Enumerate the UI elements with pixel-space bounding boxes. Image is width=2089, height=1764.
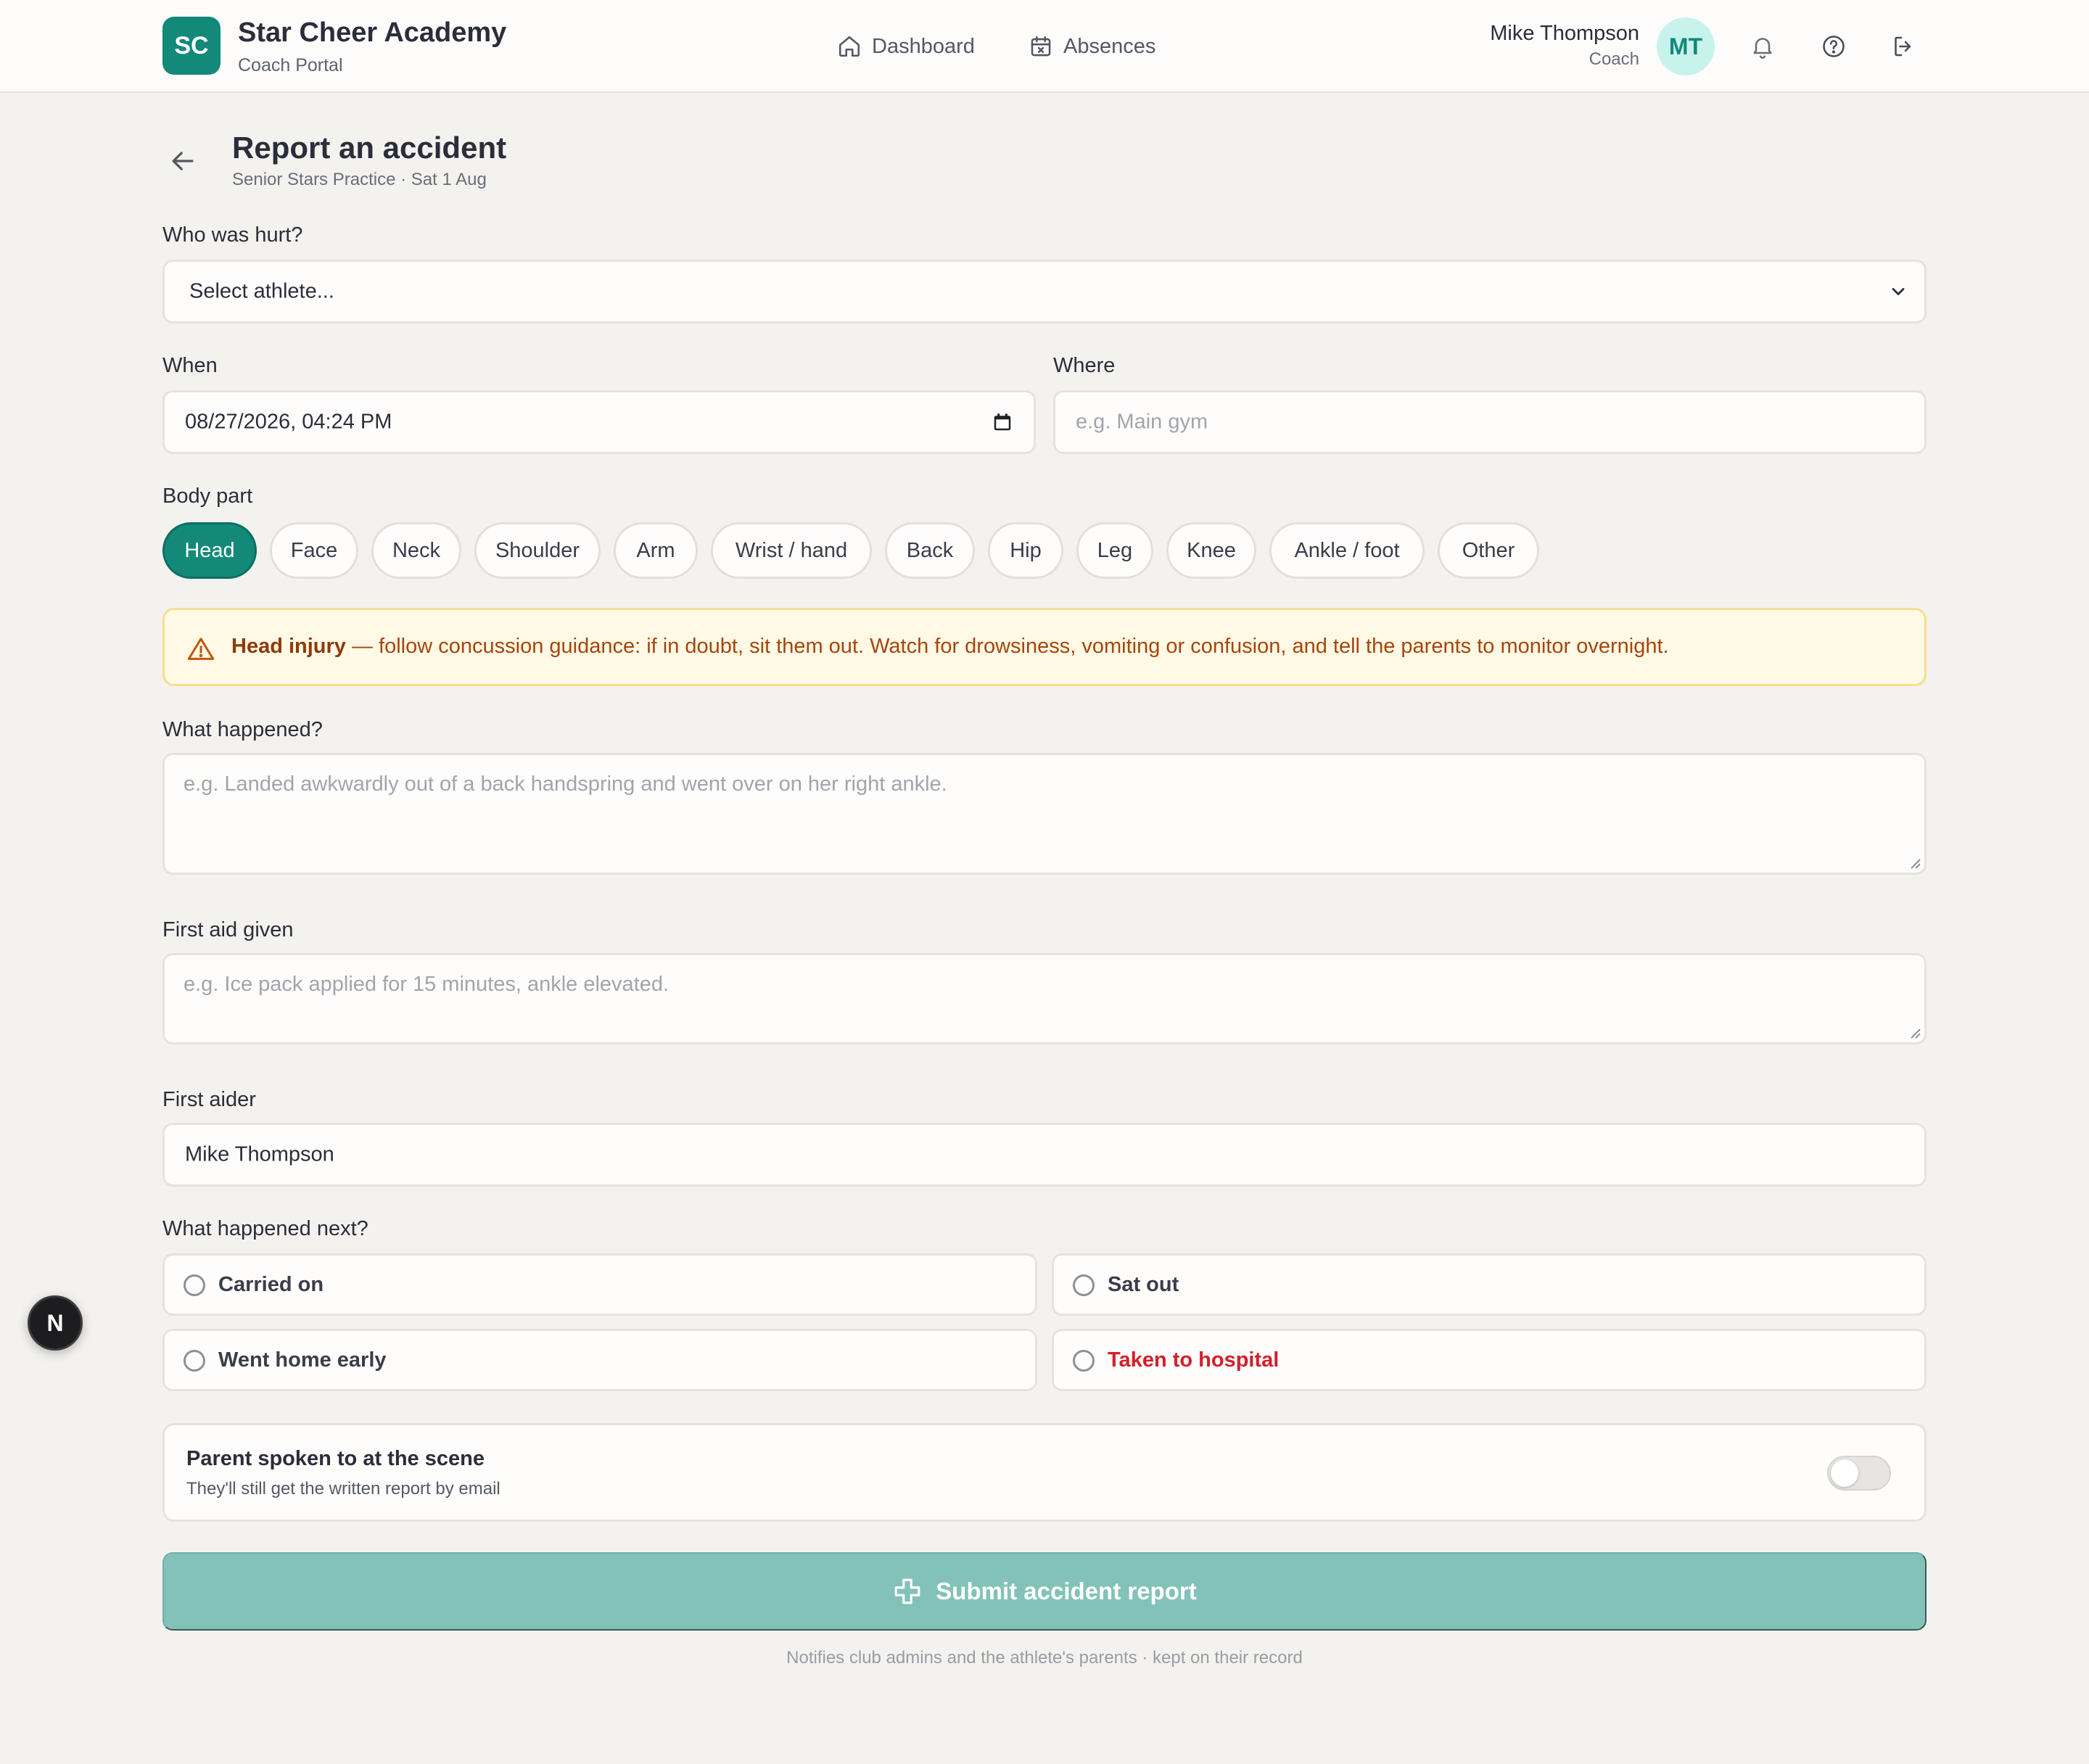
chip-wrist-hand[interactable]: Wrist / hand	[711, 522, 872, 579]
what-happened-textarea[interactable]: e.g. Landed awkwardly out of a back hand…	[162, 753, 1927, 875]
radio-circle	[1073, 1274, 1095, 1296]
head-injury-alert: Head injury — follow concussion guidance…	[162, 608, 1927, 686]
first-aider-label: First aider	[162, 1088, 256, 1111]
calendar-icon[interactable]	[992, 411, 1013, 433]
help-circle-icon	[1823, 36, 1845, 57]
chevron-down-icon	[1892, 288, 1905, 295]
radio-circle	[1073, 1350, 1095, 1372]
where-placeholder: e.g. Main gym	[1076, 410, 1208, 434]
first-aid-textarea[interactable]: e.g. Ice pack applied for 15 minutes, an…	[162, 953, 1927, 1044]
page-title: Report an accident	[232, 131, 507, 165]
radio-taken-to-hospital[interactable]: Taken to hospital	[1052, 1329, 1927, 1391]
chip-hip[interactable]: Hip	[988, 522, 1063, 579]
alert-body: — follow concussion guidance: if in doub…	[345, 635, 1669, 658]
top-bar: SC Star Cheer Academy Coach Portal Dashb…	[0, 0, 2089, 93]
chip-shoulder[interactable]: Shoulder	[474, 522, 601, 579]
chip-back[interactable]: Back	[885, 522, 975, 579]
toggle-knob	[1831, 1459, 1858, 1487]
athlete-select-value: Select athlete...	[189, 279, 334, 303]
back-button[interactable]	[167, 145, 199, 177]
resize-handle-icon[interactable]	[1908, 1026, 1921, 1039]
parent-spoken-toggle[interactable]	[1827, 1456, 1891, 1491]
radio-label: Carried on	[218, 1273, 324, 1296]
chip-leg[interactable]: Leg	[1076, 522, 1153, 579]
user-role: Coach	[1589, 49, 1639, 69]
first-aid-label: First aid given	[162, 918, 294, 941]
app-subtitle: Coach Portal	[238, 55, 343, 75]
radio-went-home-early[interactable]: Went home early	[162, 1329, 1037, 1391]
submit-report-button[interactable]: Submit accident report	[162, 1552, 1927, 1631]
app-logo[interactable]: SC	[162, 17, 221, 75]
radio-label: Went home early	[218, 1348, 387, 1372]
nav-dashboard-label: Dashboard	[872, 34, 975, 58]
nav-dashboard[interactable]: Dashboard	[837, 32, 975, 61]
chip-face[interactable]: Face	[270, 522, 358, 579]
nav-absences-label: Absences	[1063, 34, 1156, 58]
when-label: When	[162, 354, 218, 377]
athlete-select[interactable]: Select athlete...	[162, 260, 1927, 323]
first-aider-value: Mike Thompson	[185, 1142, 334, 1166]
parent-spoken-card: Parent spoken to at the scene They'll st…	[162, 1423, 1927, 1522]
nav-absences[interactable]: Absences	[1029, 32, 1155, 61]
body-part-label: Body part	[162, 485, 253, 508]
logout-button[interactable]	[1889, 32, 1918, 61]
arrow-left-icon	[172, 152, 194, 170]
radio-sat-out[interactable]: Sat out	[1052, 1253, 1927, 1316]
parent-spoken-subtitle: They'll still get the written report by …	[186, 1479, 500, 1499]
app-name: Star Cheer Academy	[238, 17, 507, 48]
where-input[interactable]: e.g. Main gym	[1053, 390, 1927, 454]
dev-badge-button[interactable]: N	[28, 1295, 83, 1351]
submit-footnote: Notifies club admins and the athlete's p…	[786, 1648, 1303, 1668]
resize-handle-icon[interactable]	[1908, 857, 1921, 870]
next-label: What happened next?	[162, 1217, 368, 1240]
avatar[interactable]: MT	[1657, 17, 1715, 75]
chip-ankle-foot[interactable]: Ankle / foot	[1269, 522, 1425, 579]
radio-carried-on[interactable]: Carried on	[162, 1253, 1037, 1316]
bell-icon	[1753, 38, 1772, 59]
alert-title: Head injury	[231, 635, 346, 658]
radio-circle	[184, 1350, 205, 1372]
parent-spoken-title: Parent spoken to at the scene	[186, 1447, 485, 1470]
first-aider-input[interactable]: Mike Thompson	[162, 1123, 1927, 1187]
when-datetime-input[interactable]: 08/27/2026, 04:24 PM	[162, 390, 1036, 454]
user-name: Mike Thompson	[1490, 22, 1639, 45]
who-label: Who was hurt?	[162, 223, 303, 247]
logout-icon	[1895, 36, 1911, 57]
where-label: Where	[1053, 354, 1116, 377]
first-aid-placeholder: e.g. Ice pack applied for 15 minutes, an…	[184, 973, 669, 996]
medical-cross-icon	[894, 1578, 920, 1604]
calendar-x-icon	[1031, 36, 1051, 57]
chip-head[interactable]: Head	[162, 522, 257, 579]
submit-label: Submit accident report	[936, 1578, 1197, 1604]
chip-other[interactable]: Other	[1438, 522, 1539, 579]
alert-message: Head injury — follow concussion guidance…	[231, 635, 1669, 659]
chip-knee[interactable]: Knee	[1166, 522, 1256, 579]
home-icon	[839, 36, 860, 57]
chip-neck[interactable]: Neck	[371, 522, 461, 579]
radio-label: Sat out	[1108, 1273, 1179, 1296]
when-value: 08/27/2026, 04:24 PM	[185, 410, 392, 434]
page-subtitle: Senior Stars Practice · Sat 1 Aug	[232, 170, 487, 189]
what-happened-placeholder: e.g. Landed awkwardly out of a back hand…	[184, 772, 947, 796]
help-button[interactable]	[1819, 32, 1848, 61]
notifications-button[interactable]	[1748, 32, 1777, 61]
chip-arm[interactable]: Arm	[614, 522, 698, 579]
what-happened-label: What happened?	[162, 718, 323, 741]
radio-label: Taken to hospital	[1108, 1348, 1280, 1372]
warning-triangle-icon	[187, 638, 215, 660]
radio-circle	[184, 1274, 205, 1296]
